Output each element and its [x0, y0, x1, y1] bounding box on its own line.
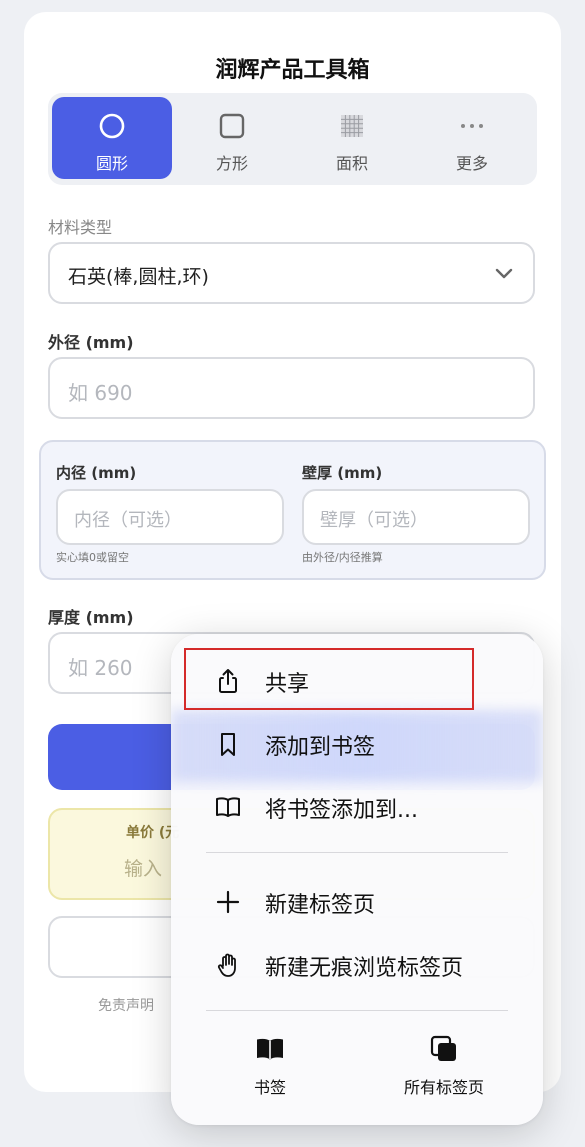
- menu-item-label: 将书签添加到...: [265, 798, 418, 823]
- outer-diameter-placeholder: 如 690: [68, 381, 133, 405]
- tab-label: 面积: [335, 154, 368, 173]
- menu-item-new-tab[interactable]: 新建标签页: [171, 873, 543, 929]
- shape-tabs: 圆形 方形 面积 更多: [48, 93, 537, 185]
- thickness-label: 厚度 (mm): [48, 608, 134, 627]
- tab-area[interactable]: 面积: [292, 97, 412, 179]
- inner-wall-group: 内径 (mm) 内径（可选） 实心填0或留空 壁厚 (mm) 壁厚（可选） 由外…: [39, 440, 546, 580]
- menu-item-label: 添加到书签: [265, 735, 376, 760]
- book-filled-icon: [257, 1038, 283, 1060]
- square-icon: [219, 113, 245, 139]
- tabs-icon: [430, 1035, 456, 1061]
- share-highlight-box: [184, 648, 474, 710]
- material-value: 石英(棒,圆柱,环): [68, 266, 209, 288]
- outer-diameter-input[interactable]: 如 690: [48, 357, 535, 419]
- menu-divider: [206, 852, 508, 853]
- book-open-icon: [216, 797, 240, 817]
- menu-item-label: 新建标签页: [265, 893, 376, 918]
- grid-icon: [341, 115, 363, 137]
- tab-square[interactable]: 方形: [172, 97, 292, 179]
- inner-diameter-placeholder: 内径（可选）: [74, 510, 182, 531]
- chevron-down-icon: [495, 268, 513, 279]
- wall-thickness-hint: 由外径/内径推算: [302, 551, 383, 564]
- wall-thickness-placeholder: 壁厚（可选）: [320, 510, 428, 531]
- all-tabs-label: 所有标签页: [403, 1078, 484, 1097]
- price-input[interactable]: 输入: [124, 854, 162, 881]
- circle-icon: [99, 113, 125, 139]
- tab-circle[interactable]: 圆形: [52, 97, 172, 179]
- wall-thickness-label: 壁厚 (mm): [302, 464, 383, 482]
- disclaimer-link[interactable]: 免责声明: [98, 995, 154, 1015]
- menu-item-new-private-tab[interactable]: 新建无痕浏览标签页: [171, 936, 543, 992]
- menu-item-add-bookmarks-to[interactable]: 将书签添加到...: [171, 778, 543, 834]
- material-label: 材料类型: [48, 218, 113, 237]
- thickness-placeholder: 如 260: [68, 656, 133, 680]
- material-select[interactable]: 石英(棒,圆柱,环): [48, 242, 535, 304]
- outer-diameter-label: 外径 (mm): [48, 333, 134, 352]
- bookmarks-label: 书签: [253, 1078, 286, 1097]
- menu-item-add-bookmark[interactable]: 添加到书签: [171, 715, 543, 771]
- menu-item-label: 新建无痕浏览标签页: [265, 956, 464, 981]
- tab-more[interactable]: 更多: [412, 97, 532, 179]
- bookmark-icon: [221, 733, 235, 756]
- menu-divider: [206, 1010, 508, 1011]
- wall-thickness-input[interactable]: 壁厚（可选）: [302, 489, 530, 545]
- inner-diameter-input[interactable]: 内径（可选）: [56, 489, 284, 545]
- bookmarks-button[interactable]: 书签: [190, 1034, 350, 1098]
- hand-icon: [217, 953, 236, 977]
- plus-icon: [216, 890, 240, 914]
- tab-label: 更多: [455, 154, 488, 173]
- inner-diameter-label: 内径 (mm): [56, 464, 137, 482]
- page-title: 润辉产品工具箱: [215, 58, 370, 83]
- tab-label: 方形: [215, 154, 248, 173]
- more-icon: [461, 124, 483, 128]
- tab-label: 圆形: [95, 154, 128, 173]
- all-tabs-button[interactable]: 所有标签页: [364, 1034, 524, 1098]
- inner-diameter-hint: 实心填0或留空: [56, 551, 129, 564]
